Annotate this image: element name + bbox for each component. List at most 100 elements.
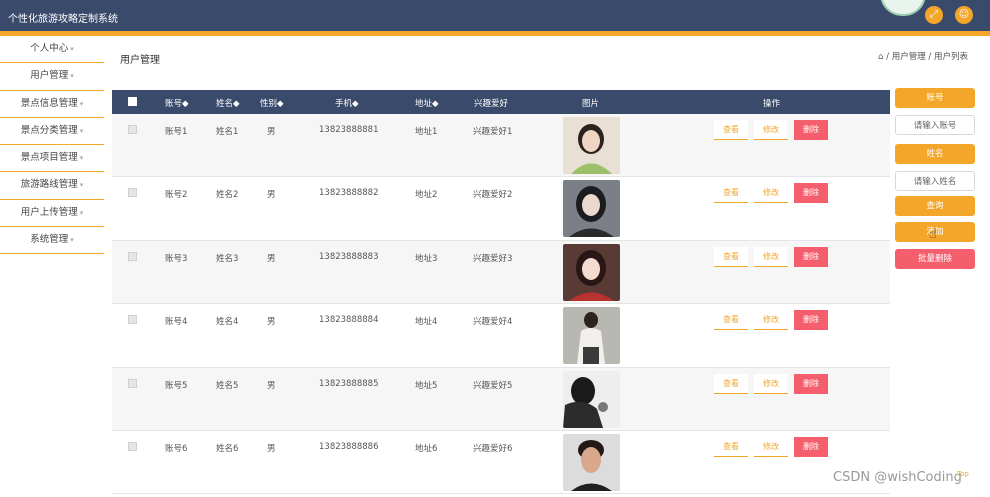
col-name[interactable]: 姓名◆ — [216, 97, 240, 109]
sidebar-item-personal[interactable]: 个人中心 ▾ — [0, 36, 104, 64]
delete-button[interactable]: 删除 — [794, 246, 828, 267]
row-checkbox[interactable] — [128, 378, 137, 388]
cell-account: 账号5 — [165, 380, 188, 391]
edit-button[interactable]: 修改 — [754, 183, 788, 204]
sidebar-item-system[interactable]: 系统管理 ▾ — [0, 227, 104, 255]
row-checkbox[interactable] — [128, 188, 137, 198]
fullscreen-icon[interactable]: ⤢ — [925, 6, 943, 24]
edit-button[interactable]: 修改 — [754, 373, 788, 394]
col-phone[interactable]: 手机◆ — [335, 97, 359, 109]
cell-account: 账号4 — [165, 317, 188, 328]
back-to-top-link[interactable]: Top — [957, 470, 969, 478]
edit-button[interactable]: 修改 — [754, 120, 788, 140]
sidebar-item-routes[interactable]: 旅游路线管理 ▾ — [0, 172, 104, 200]
delete-button[interactable]: 删除 — [794, 373, 828, 394]
cell-gender: 男 — [267, 317, 276, 328]
sidebar-item-projects[interactable]: 景点项目管理 ▾ — [0, 145, 104, 173]
view-button[interactable]: 查看 — [714, 246, 748, 267]
cell-account: 账号2 — [165, 190, 188, 201]
name-search-input[interactable]: 请输入姓名 — [895, 171, 975, 191]
cell-name: 姓名6 — [216, 443, 239, 454]
cell-address: 地址3 — [415, 253, 438, 264]
row-checkbox[interactable] — [128, 441, 137, 451]
batch-delete-button[interactable]: 批量删除 — [895, 249, 975, 269]
view-button[interactable]: 查看 — [714, 183, 748, 204]
delete-button[interactable]: 删除 — [794, 183, 828, 204]
hand-cursor-icon: ☝ — [929, 227, 937, 242]
account-search-input[interactable]: 请输入账号 — [895, 115, 975, 135]
cell-phone: 13823888886 — [319, 441, 379, 452]
account-label: 账号 — [895, 88, 975, 108]
cell-gender: 男 — [267, 443, 276, 454]
cell-address: 地址4 — [415, 317, 438, 328]
sidebar-item-categories[interactable]: 景点分类管理 ▾ — [0, 118, 104, 146]
status-widget — [880, 0, 926, 16]
select-all-checkbox[interactable] — [128, 97, 137, 106]
view-button[interactable]: 查看 — [714, 436, 748, 457]
edit-button[interactable]: 修改 — [754, 436, 788, 457]
edit-button[interactable]: 修改 — [754, 246, 788, 267]
cell-phone: 13823888882 — [319, 188, 379, 199]
name-label: 姓名 — [895, 144, 975, 164]
sidebar-item-uploads[interactable]: 用户上传管理 ▾ — [0, 200, 104, 228]
view-button[interactable]: 查看 — [714, 120, 748, 140]
cell-hobby: 兴趣爱好2 — [473, 190, 513, 201]
cell-name: 姓名5 — [216, 380, 239, 391]
edit-button[interactable]: 修改 — [754, 310, 788, 331]
col-gender[interactable]: 性别◆ — [260, 97, 284, 109]
watermark: CSDN @wishCoding — [833, 470, 962, 485]
user-photo — [563, 307, 620, 365]
cell-hobby: 兴趣爱好4 — [473, 317, 513, 328]
cell-phone: 13823888883 — [319, 251, 379, 262]
sidebar-item-users[interactable]: 用户管理 ▾ — [0, 63, 104, 91]
col-account[interactable]: 账号◆ — [165, 97, 189, 109]
table-row: 账号2 姓名2 男 13823888882 地址2 兴趣爱好2 查看 修改 删除 — [112, 177, 890, 241]
user-photo — [563, 180, 620, 238]
table-row: 账号5 姓名5 男 13823888885 地址5 兴趣爱好5 查看 修改 删除 — [112, 367, 890, 431]
cell-hobby: 兴趣爱好3 — [473, 253, 513, 264]
cell-phone: 13823888885 — [319, 378, 379, 389]
cell-name: 姓名4 — [216, 317, 239, 328]
row-checkbox[interactable] — [128, 315, 137, 325]
delete-button[interactable]: 删除 — [794, 436, 828, 457]
cell-account: 账号6 — [165, 443, 188, 454]
cell-name: 姓名2 — [216, 190, 239, 201]
cell-phone: 13823888884 — [319, 315, 379, 326]
app-title: 个性化旅游攻略定制系统 — [8, 14, 118, 25]
breadcrumb[interactable]: ⌂ / 用户管理 / 用户列表 — [878, 50, 968, 62]
table-body: 账号1 姓名1 男 13823888881 地址1 兴趣爱好1 查看 修改 删除… — [112, 114, 890, 495]
col-actions: 操作 — [763, 99, 781, 109]
sidebar-item-attractions[interactable]: 景点信息管理 ▾ — [0, 91, 104, 118]
col-hobby: 兴趣爱好 — [474, 99, 509, 109]
sidebar: 个人中心 ▾ 用户管理 ▾ 景点信息管理 ▾ 景点分类管理 ▾ 景点项目管理 ▾ 旅游路线… — [0, 36, 104, 255]
cell-hobby: 兴趣爱好1 — [473, 127, 513, 137]
user-icon[interactable]: ☺ — [955, 6, 973, 24]
cell-name: 姓名1 — [216, 127, 239, 137]
col-photo: 图片 — [582, 99, 600, 109]
cell-address: 地址1 — [415, 127, 438, 137]
cell-gender: 男 — [267, 380, 276, 391]
top-header: 个性化旅游攻略定制系统 ⤢ ☺ — [0, 0, 990, 31]
user-photo — [563, 243, 620, 301]
user-table: 账号◆ 姓名◆ 性别◆ 手机◆ 地址◆ 兴趣爱好 图片 操作 账号1 姓名1 男… — [112, 90, 890, 495]
cell-gender: 男 — [267, 253, 276, 264]
table-row: 账号6 姓名6 男 13823888886 地址6 兴趣爱好6 查看 修改 删除 — [112, 431, 890, 495]
row-checkbox[interactable] — [128, 251, 137, 261]
cell-account: 账号1 — [165, 127, 188, 137]
cell-gender: 男 — [267, 127, 276, 137]
search-button[interactable]: 查询 — [895, 196, 975, 216]
accent-bar — [0, 31, 990, 36]
view-button[interactable]: 查看 — [714, 310, 748, 331]
view-button[interactable]: 查看 — [714, 373, 748, 394]
table-header: 账号◆ 姓名◆ 性别◆ 手机◆ 地址◆ 兴趣爱好 图片 操作 — [112, 90, 890, 114]
delete-button[interactable]: 删除 — [794, 120, 828, 140]
cell-address: 地址5 — [415, 380, 438, 391]
table-row: 账号3 姓名3 男 13823888883 地址3 兴趣爱好3 查看 修改 删除 — [112, 240, 890, 305]
cell-hobby: 兴趣爱好6 — [473, 443, 513, 454]
col-address[interactable]: 地址◆ — [415, 97, 439, 109]
row-checkbox[interactable] — [128, 125, 137, 134]
delete-button[interactable]: 删除 — [794, 310, 828, 331]
user-photo — [563, 433, 620, 491]
cell-account: 账号3 — [165, 253, 188, 264]
cell-name: 姓名3 — [216, 253, 239, 264]
